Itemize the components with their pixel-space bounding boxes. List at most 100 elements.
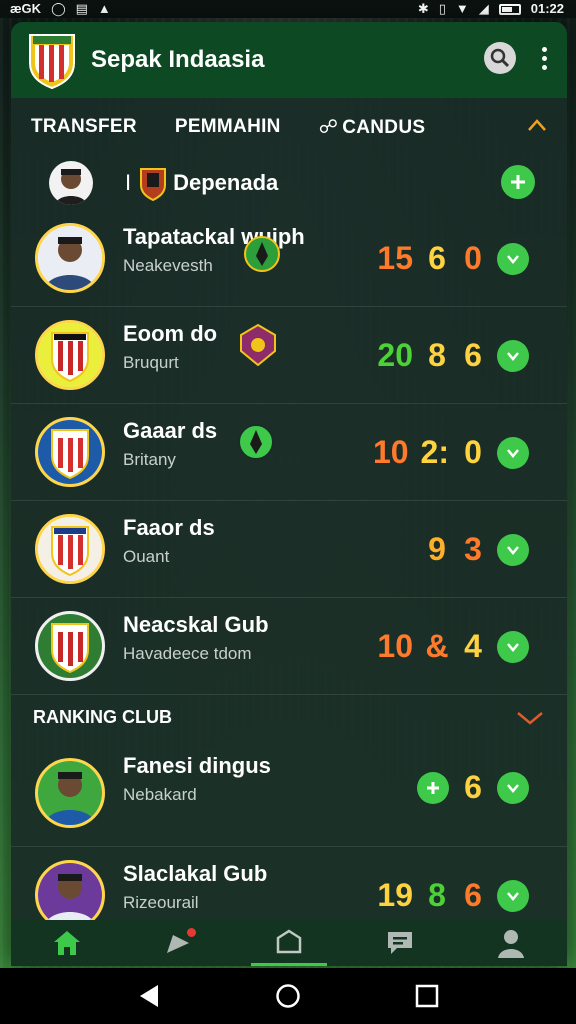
- club-crest-icon: [140, 168, 167, 201]
- plus-icon: [511, 175, 525, 189]
- kebab-dot: [542, 55, 547, 61]
- bottom-nav: [11, 920, 567, 966]
- select-club-button[interactable]: [497, 879, 529, 912]
- score-value: 15: [377, 240, 413, 276]
- chevron-down-icon: [507, 351, 519, 361]
- add-club-button[interactable]: [501, 165, 535, 199]
- club-scores: 20 8 6: [377, 337, 529, 374]
- club-name: Faaor ds: [123, 515, 215, 540]
- chevron-up-icon[interactable]: [527, 118, 547, 132]
- app-header: Sepak Indaasia: [11, 22, 567, 98]
- club-name: Slaclakal Gub: [123, 861, 268, 886]
- tab-transfer[interactable]: TRANSFER: [31, 116, 137, 138]
- status-right: ✱ ▯ ▼ ◢ 01:22: [418, 0, 564, 18]
- club-row[interactable]: Neacskal Gub Havadeece tdom 10 & 4: [11, 598, 567, 695]
- status-carrier-label: æGK: [10, 1, 42, 16]
- shield-icon: [276, 929, 302, 954]
- score-value: 9: [428, 531, 446, 567]
- club-crest: [35, 223, 105, 293]
- score-value: 20: [377, 337, 413, 373]
- nav-notifications[interactable]: [140, 920, 216, 966]
- system-navigation-bar: [0, 968, 576, 1024]
- ranking-title: RANKING CLUB: [33, 706, 172, 727]
- more-options-button[interactable]: [538, 43, 551, 74]
- club-row[interactable]: Faaor ds Ouant 9 3: [11, 501, 567, 598]
- league-badge-icon: [244, 236, 280, 272]
- select-club-button[interactable]: [497, 242, 529, 275]
- club-row[interactable]: Eoom do Bruqurt 20 8 6: [11, 307, 567, 404]
- score-value: 10: [372, 434, 409, 470]
- club-text: Faaor ds Ouant: [123, 515, 215, 567]
- club-name: Neacskal Gub: [123, 612, 269, 637]
- app-title: Sepak Indaasia: [91, 46, 265, 73]
- favorite-club-row[interactable]: I Depenada: [11, 156, 567, 210]
- select-club-button[interactable]: [497, 533, 529, 566]
- nav-profile[interactable]: [473, 920, 549, 966]
- club-text: Eoom do Bruqurt: [123, 321, 217, 373]
- nav-club[interactable]: [250, 920, 327, 966]
- select-club-button[interactable]: [497, 339, 529, 372]
- avatar: [49, 161, 93, 205]
- home-circle-icon[interactable]: [275, 983, 301, 1009]
- nav-messages[interactable]: [362, 920, 438, 966]
- club-list: Tapatackal wuiph Neakevesth 15 6 0 Eoom do Bru…: [11, 210, 567, 695]
- club-scores: 6: [417, 769, 529, 806]
- club-subtitle: Rizeourail: [123, 893, 199, 912]
- select-club-button[interactable]: [497, 436, 529, 469]
- club-subtitle: Nebakard: [123, 785, 197, 804]
- tab-bar: TRANSFER PEMMAHIN ☍ CANDUS: [11, 98, 567, 156]
- chevron-down-icon[interactable]: [515, 711, 545, 725]
- kebab-dot: [542, 64, 547, 70]
- score-value: 0: [464, 240, 482, 276]
- league-badge-icon: [240, 323, 276, 367]
- add-button[interactable]: [417, 771, 449, 804]
- score-value: &: [425, 628, 449, 664]
- message-icon: [388, 932, 413, 954]
- chevron-down-icon: [507, 642, 519, 652]
- chevron-down-icon: [507, 448, 519, 458]
- favorite-prefix: I: [125, 170, 132, 195]
- ranking-list: Fanesi dingus Nebakard 6 Slaclakal Gub Rizeo…: [11, 739, 567, 944]
- clipboard-icon: ▤: [75, 1, 88, 16]
- club-scores: 10 2: 0: [373, 434, 529, 471]
- chevron-down-icon: [507, 254, 519, 264]
- club-name: Fanesi dingus: [123, 753, 271, 778]
- score-value: 6: [464, 337, 482, 373]
- favorite-club-name: Depenada: [173, 170, 279, 195]
- battery-icon: [498, 3, 521, 15]
- score-value: 0: [464, 434, 482, 470]
- club-row[interactable]: Fanesi dingus Nebakard 6: [11, 739, 567, 847]
- status-time: 01:22: [530, 1, 564, 16]
- recents-icon[interactable]: [414, 983, 440, 1009]
- club-crest: [35, 757, 105, 828]
- back-icon[interactable]: [136, 983, 162, 1009]
- status-left: æGK ◯ ▤ ▲: [10, 0, 111, 18]
- vibrate-icon: ▯: [438, 1, 446, 16]
- search-button[interactable]: [484, 42, 516, 74]
- score-value: 3: [464, 531, 482, 567]
- notification-dot: [186, 928, 196, 937]
- score-value: 6: [464, 877, 482, 913]
- score-value: 19: [377, 877, 413, 913]
- score-value: 8: [428, 337, 446, 373]
- club-row[interactable]: Tapatackal wuiph Neakevesth 15 6 0: [11, 210, 567, 307]
- signal-icon: ◢: [478, 1, 489, 16]
- profile-icon: [498, 930, 525, 958]
- select-club-button[interactable]: [497, 630, 529, 663]
- plus-icon: [427, 781, 439, 794]
- club-scores: 19 8 6: [377, 877, 529, 914]
- club-text: Neacskal Gub Havadeece tdom: [123, 612, 269, 664]
- chevron-down-icon: [507, 783, 519, 793]
- score-value: 2:: [420, 434, 449, 470]
- club-name: Gaaar ds: [123, 418, 218, 443]
- select-club-button[interactable]: [497, 771, 529, 804]
- tab-pemmahin[interactable]: PEMMAHIN: [175, 116, 281, 138]
- league-badge-icon: [238, 424, 274, 460]
- tab-candus[interactable]: ☍ CANDUS: [319, 116, 426, 139]
- main-panel: Sepak Indaasia TRANSFER PEMMAHIN ☍ CANDUS: [11, 22, 567, 966]
- ranking-section-header[interactable]: RANKING CLUB: [11, 695, 567, 739]
- tab-candus-label: CANDUS: [342, 116, 426, 138]
- club-subtitle: Bruqurt: [123, 353, 179, 372]
- nav-home[interactable]: [29, 920, 105, 966]
- club-row[interactable]: Gaaar ds Britany 10 2: 0: [11, 404, 567, 501]
